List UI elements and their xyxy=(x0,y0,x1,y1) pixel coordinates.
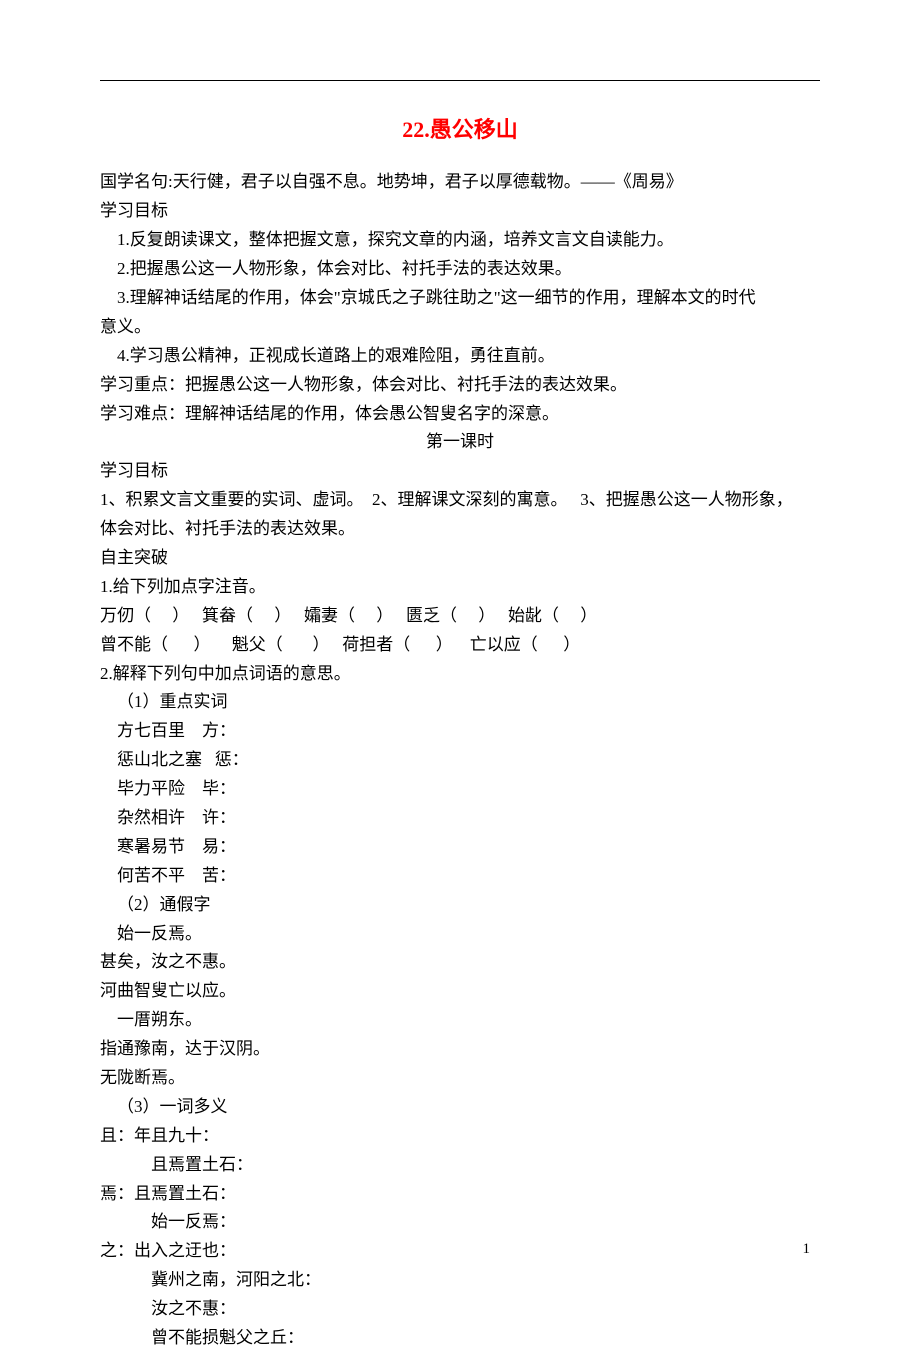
q1-row: 曾不能（ ） 魁父（ ） 荷担者（ ） 亡以应（ ） xyxy=(100,631,820,660)
q2-sub1-item: 何苦不平 苦： xyxy=(100,862,820,891)
poly-item: 冀州之南，河阳之北： xyxy=(100,1266,820,1295)
q2-sub1-item: 杂然相许 许： xyxy=(100,804,820,833)
goals2-heading: 学习目标 xyxy=(100,457,820,486)
poly-head: 焉： xyxy=(100,1184,134,1203)
difficult-point-label: 学习难点： xyxy=(100,404,185,423)
poly-item: 汝之不惠： xyxy=(100,1295,820,1324)
lesson-heading: 第一课时 xyxy=(100,428,820,457)
poly-head: 且： xyxy=(100,1126,134,1145)
poly-item: 年且九十： xyxy=(134,1126,219,1145)
goals2-line: 1、积累文言文重要的实词、虚词。 2、理解课文深刻的寓意。 3、把握愚公这一人物… xyxy=(100,486,820,515)
polysemy-group-head: 且：年且九十： xyxy=(100,1122,820,1151)
goals2-line: 体会对比、衬托手法的表达效果。 xyxy=(100,515,820,544)
goals-heading: 学习目标 xyxy=(100,197,820,226)
polysemy-group-head: 焉：且焉置土石： xyxy=(100,1180,820,1209)
goal-item: 2.把握愚公这一人物形象，体会对比、衬托手法的表达效果。 xyxy=(100,255,820,284)
q2-sub3-heading: （3）一词多义 xyxy=(100,1093,820,1122)
polysemy-group-head: 之：出入之迂也： xyxy=(100,1237,820,1266)
q1-row: 万仞（ ） 箕畚（ ） 孀妻（ ） 匮乏（ ） 始龀（ ） xyxy=(100,602,820,631)
quote-line: 国学名句:天行健，君子以自强不息。地势坤，君子以厚德载物。——《周易》 xyxy=(100,168,820,197)
goal-item: 4.学习愚公精神，正视成长道路上的艰难险阻，勇往直前。 xyxy=(100,342,820,371)
difficult-point-text: 理解神话结尾的作用，体会愚公智叟名字的深意。 xyxy=(185,404,559,423)
goal-item: 1.反复朗读课文，整体把握文意，探究文章的内涵，培养文言文自读能力。 xyxy=(100,226,820,255)
q2-sub2-item: 甚矣，汝之不惠。 xyxy=(100,948,820,977)
poly-item: 且焉置土石： xyxy=(100,1151,820,1180)
q2-sub2-item: 一厝朔东。 xyxy=(100,1006,820,1035)
q2-sub1-heading: （1）重点实词 xyxy=(100,688,820,717)
q2-sub2-item: 河曲智叟亡以应。 xyxy=(100,977,820,1006)
question-2: 2.解释下列句中加点词语的意思。 xyxy=(100,660,820,689)
horizontal-rule xyxy=(100,80,820,81)
breakthrough-heading: 自主突破 xyxy=(100,544,820,573)
difficult-point: 学习难点：理解神话结尾的作用，体会愚公智叟名字的深意。 xyxy=(100,400,820,429)
q2-sub2-item: 无陇断焉。 xyxy=(100,1064,820,1093)
q2-sub1-item: 毕力平险 毕： xyxy=(100,775,820,804)
q2-sub1-item: 寒暑易节 易： xyxy=(100,833,820,862)
goal-item-cont: 意义。 xyxy=(100,313,820,342)
poly-head: 之： xyxy=(100,1241,134,1260)
poly-item: 出入之迂也： xyxy=(134,1241,236,1260)
q2-sub1-item: 方七百里 方： xyxy=(100,717,820,746)
page-number: 1 xyxy=(803,1237,811,1263)
q2-sub2-heading: （2）通假字 xyxy=(100,891,820,920)
key-point-label: 学习重点： xyxy=(100,375,185,394)
goal-item: 3.理解神话结尾的作用，体会"京城氏之子跳往助之"这一细节的作用，理解本文的时代 xyxy=(100,284,820,313)
key-point: 学习重点：把握愚公这一人物形象，体会对比、衬托手法的表达效果。 xyxy=(100,371,820,400)
poly-item: 始一反焉： xyxy=(100,1208,820,1237)
key-point-text: 把握愚公这一人物形象，体会对比、衬托手法的表达效果。 xyxy=(185,375,627,394)
poly-item: 且焉置土石： xyxy=(134,1184,236,1203)
poly-item: 曾不能损魁父之丘： xyxy=(100,1324,820,1353)
q2-sub2-item: 指通豫南，达于汉阴。 xyxy=(100,1035,820,1064)
q2-sub2-item: 始一反焉。 xyxy=(100,920,820,949)
q2-sub1-item: 惩山北之塞 惩： xyxy=(100,746,820,775)
question-1: 1.给下列加点字注音。 xyxy=(100,573,820,602)
document-title: 22.愚公移山 xyxy=(100,111,820,148)
